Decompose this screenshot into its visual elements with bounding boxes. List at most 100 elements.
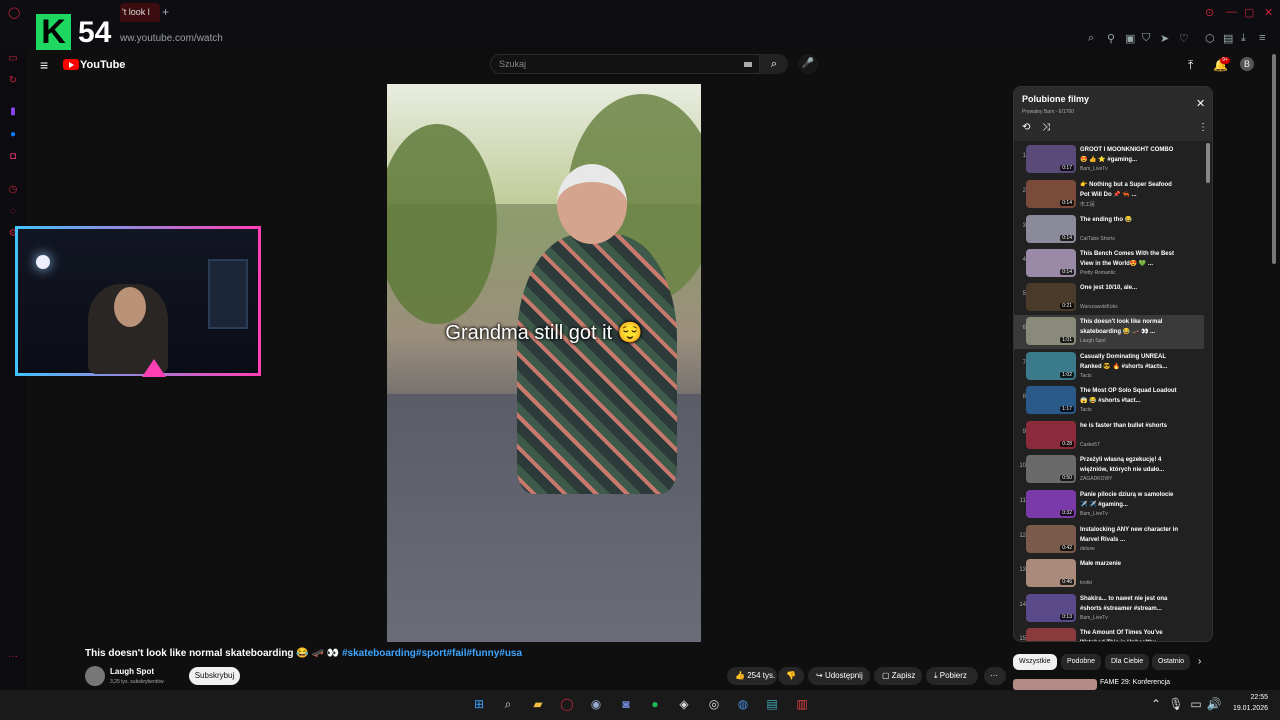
microphone-icon[interactable]: 🎤 <box>798 54 818 74</box>
upload-icon[interactable]: ⤒ <box>1188 58 1193 73</box>
url-field[interactable]: ww.youtube.com/watch <box>120 33 223 44</box>
playlist-item-thumbnail[interactable]: 1:02 <box>1026 352 1076 380</box>
channel-name[interactable]: Laugh Spot <box>110 667 154 676</box>
extensions-icon[interactable]: ⬡ <box>1205 32 1215 45</box>
messenger-icon[interactable]: ● <box>7 129 19 141</box>
wallet-icon[interactable]: ▤ <box>1223 32 1233 45</box>
playlist-menu-icon[interactable]: ⋮ <box>1198 122 1208 133</box>
playlist-item-thumbnail[interactable]: 1:17 <box>1026 386 1076 414</box>
zoom-icon[interactable]: ⌕ <box>1088 32 1094 45</box>
sidebar-clock-icon[interactable]: ◷ <box>7 184 19 196</box>
playlist-item[interactable]: 14 0:13 Shakira... to nawet nie jest ona #… <box>1014 592 1204 626</box>
playlist-item[interactable]: 12 0:42 Instalocking ANY new character in … <box>1014 523 1204 557</box>
playlist-item-thumbnail[interactable]: 0:17 <box>1026 145 1076 173</box>
playlist-item-title[interactable]: Przeżyli własną egzekucję! 4 więźniów, k… <box>1080 455 1180 475</box>
file-explorer-icon[interactable]: ▰ <box>530 696 546 712</box>
playlist-item-thumbnail[interactable]: 0:28 <box>1026 421 1076 449</box>
hamburger-menu-icon[interactable]: ≡ <box>40 57 48 73</box>
video-player[interactable]: Grandma still got it 😌 <box>387 84 701 642</box>
playlist-item-thumbnail[interactable]: 0:46 <box>1026 559 1076 587</box>
download-icon[interactable]: ⤓ <box>1241 32 1246 45</box>
playlist-item[interactable]: 10 0:50 Przeżyli własną egzekucję! 4 więźn… <box>1014 453 1204 487</box>
like-button[interactable]: 👍 254 tys. <box>727 667 777 685</box>
twitch-icon[interactable]: ▮ <box>7 106 19 118</box>
account-avatar[interactable]: B <box>1240 57 1254 71</box>
spotify-icon[interactable]: ● <box>647 696 663 712</box>
sidebar-whatsapp-icon[interactable]: ◌ <box>7 206 19 218</box>
playlist-item-title[interactable]: The ending tho 😂 <box>1080 215 1180 225</box>
playlist-item-thumbnail[interactable] <box>1026 628 1076 641</box>
video-hashtags[interactable]: #skateboarding#sport#fail#funny#usa <box>342 648 522 659</box>
youtube-logo-text[interactable]: YouTube <box>80 59 125 71</box>
tray-volume-icon[interactable]: 🔊 <box>1206 696 1222 712</box>
next-video-title[interactable]: FAME 29: Konferencja <box>1100 679 1170 686</box>
playlist-item-thumbnail[interactable]: 0:13 <box>1026 594 1076 622</box>
playlist-item[interactable]: 1 0:17 GROOT I MOONKNIGHT COMBO 😍 👍 ⭐ #gam… <box>1014 143 1204 177</box>
playlist-item-title[interactable]: 👉 Nothing but a Super Seafood Pot Will D… <box>1080 180 1180 200</box>
download-button[interactable]: ⤓ Pobierz <box>926 667 978 685</box>
steam-icon[interactable]: ◉ <box>588 696 604 712</box>
playlist-item-thumbnail[interactable]: 0:14 <box>1026 215 1076 243</box>
search-button[interactable]: ⌕ <box>760 54 788 74</box>
playlist-item[interactable]: 5 0:21 One jest 10/10, ale... WarszawskiKok… <box>1014 281 1204 315</box>
shuffle-icon[interactable]: ⤨ <box>1042 122 1050 133</box>
playlist-item-thumbnail[interactable]: 0:14 <box>1026 249 1076 277</box>
loop-icon[interactable]: ⟲ <box>1022 122 1030 133</box>
playlist-item-thumbnail[interactable]: 1:01 <box>1026 317 1076 345</box>
tray-mic-icon[interactable]: 🎙 <box>1168 696 1184 712</box>
playlist-close-icon[interactable]: ✕ <box>1196 97 1205 110</box>
playlist-item[interactable]: 11 0:32 Panie pilocie dziurą w samolocie ✈… <box>1014 488 1204 522</box>
shield-icon[interactable]: ⛉ <box>1142 32 1150 45</box>
playlist-item-title[interactable]: This doesn't look like normal skateboard… <box>1080 317 1180 337</box>
playlist-item-title[interactable]: Małe marzenie <box>1080 559 1180 569</box>
playlist-item-title[interactable]: This Bench Comes With the Best View in t… <box>1080 249 1180 269</box>
sidebar-more-icon[interactable]: ··· <box>7 651 19 663</box>
taskbar-window-icon[interactable]: ▤ <box>764 696 780 712</box>
search-tabs-icon[interactable]: ⊙ <box>1205 6 1214 19</box>
filter-chip[interactable]: Podobne <box>1061 654 1102 670</box>
search-input[interactable]: Szukaj <box>490 54 760 74</box>
close-window-icon[interactable]: ✕ <box>1264 6 1273 19</box>
snapshot-icon[interactable]: ▣ <box>1125 32 1135 45</box>
discord-icon[interactable]: ◙ <box>618 696 634 712</box>
maximize-icon[interactable]: ▢ <box>1244 6 1254 19</box>
playlist-item-title[interactable]: Instalocking ANY new character in Marvel… <box>1080 525 1180 545</box>
playlist-item-title[interactable]: Shakira... to nawet nie jest ona #shorts… <box>1080 594 1180 614</box>
taskbar-search-icon[interactable]: ⌕ <box>500 696 516 712</box>
pin-icon[interactable]: ⚲ <box>1107 32 1115 45</box>
playlist-item[interactable]: 3 0:14 The ending tho 😂 CatTube Shorts <box>1014 213 1204 247</box>
playlist-item[interactable]: 13 0:46 Małe marzenie krotki <box>1014 557 1204 591</box>
tray-expand-icon[interactable]: ⌃ <box>1148 696 1164 712</box>
playlist-item-title[interactable]: he is faster than bullet #shorts <box>1080 421 1180 431</box>
taskbar-obs-icon[interactable]: ◎ <box>706 696 722 712</box>
more-actions-button[interactable]: ··· <box>984 667 1006 685</box>
filter-chip[interactable]: Wszystkie <box>1013 654 1057 670</box>
browser-tab[interactable]: 't look l <box>120 3 160 22</box>
opera-logo-icon[interactable]: ◯ <box>8 6 20 19</box>
share-button[interactable]: ↪ Udostępnij <box>808 667 870 685</box>
playlist-item-title[interactable]: The Most OP Solo Squad Loadout 😱 😂 #shor… <box>1080 386 1180 406</box>
send-icon[interactable]: ➤ <box>1160 32 1169 45</box>
playlist-item-thumbnail[interactable]: 0:50 <box>1026 455 1076 483</box>
subscribe-button[interactable]: Subskrybuj <box>189 667 240 685</box>
chips-next-icon[interactable]: › <box>1198 656 1201 667</box>
sidebar-aria-icon[interactable]: ▭ <box>7 53 19 65</box>
new-tab-button[interactable]: + <box>162 5 169 19</box>
filter-chip[interactable]: Ostatnio <box>1152 654 1191 670</box>
taskbar-browser-icon[interactable]: ◍ <box>735 696 751 712</box>
playlist-item-title[interactable]: Panie pilocie dziurą w samolocie ✈️ ✈️ #… <box>1080 490 1180 510</box>
menu-icon[interactable]: ≡ <box>1259 32 1265 44</box>
taskbar-stream-icon[interactable]: ▥ <box>794 696 810 712</box>
instagram-icon[interactable]: ◘ <box>7 151 19 163</box>
taskbar-clock[interactable]: 22:55 19.01.2026 <box>1222 692 1268 714</box>
playlist-title[interactable]: Polubione filmy <box>1022 94 1089 104</box>
playlist-item[interactable]: 7 1:02 Casually Dominating UNREAL Ranked 😎… <box>1014 350 1204 384</box>
playlist-item-title[interactable]: One jest 10/10, ale... <box>1080 283 1180 293</box>
channel-avatar[interactable] <box>85 666 105 686</box>
next-video-thumbnail[interactable] <box>1013 679 1097 690</box>
playlist-item-title[interactable]: The Amount Of Times You've Watched This … <box>1080 628 1180 641</box>
tray-network-icon[interactable]: ▭ <box>1188 696 1204 712</box>
playlist-item-thumbnail[interactable]: 0:42 <box>1026 525 1076 553</box>
minimize-icon[interactable]: — <box>1226 6 1237 18</box>
playlist-item[interactable]: 15 The Amount Of Times You've Watched Thi… <box>1014 626 1204 641</box>
